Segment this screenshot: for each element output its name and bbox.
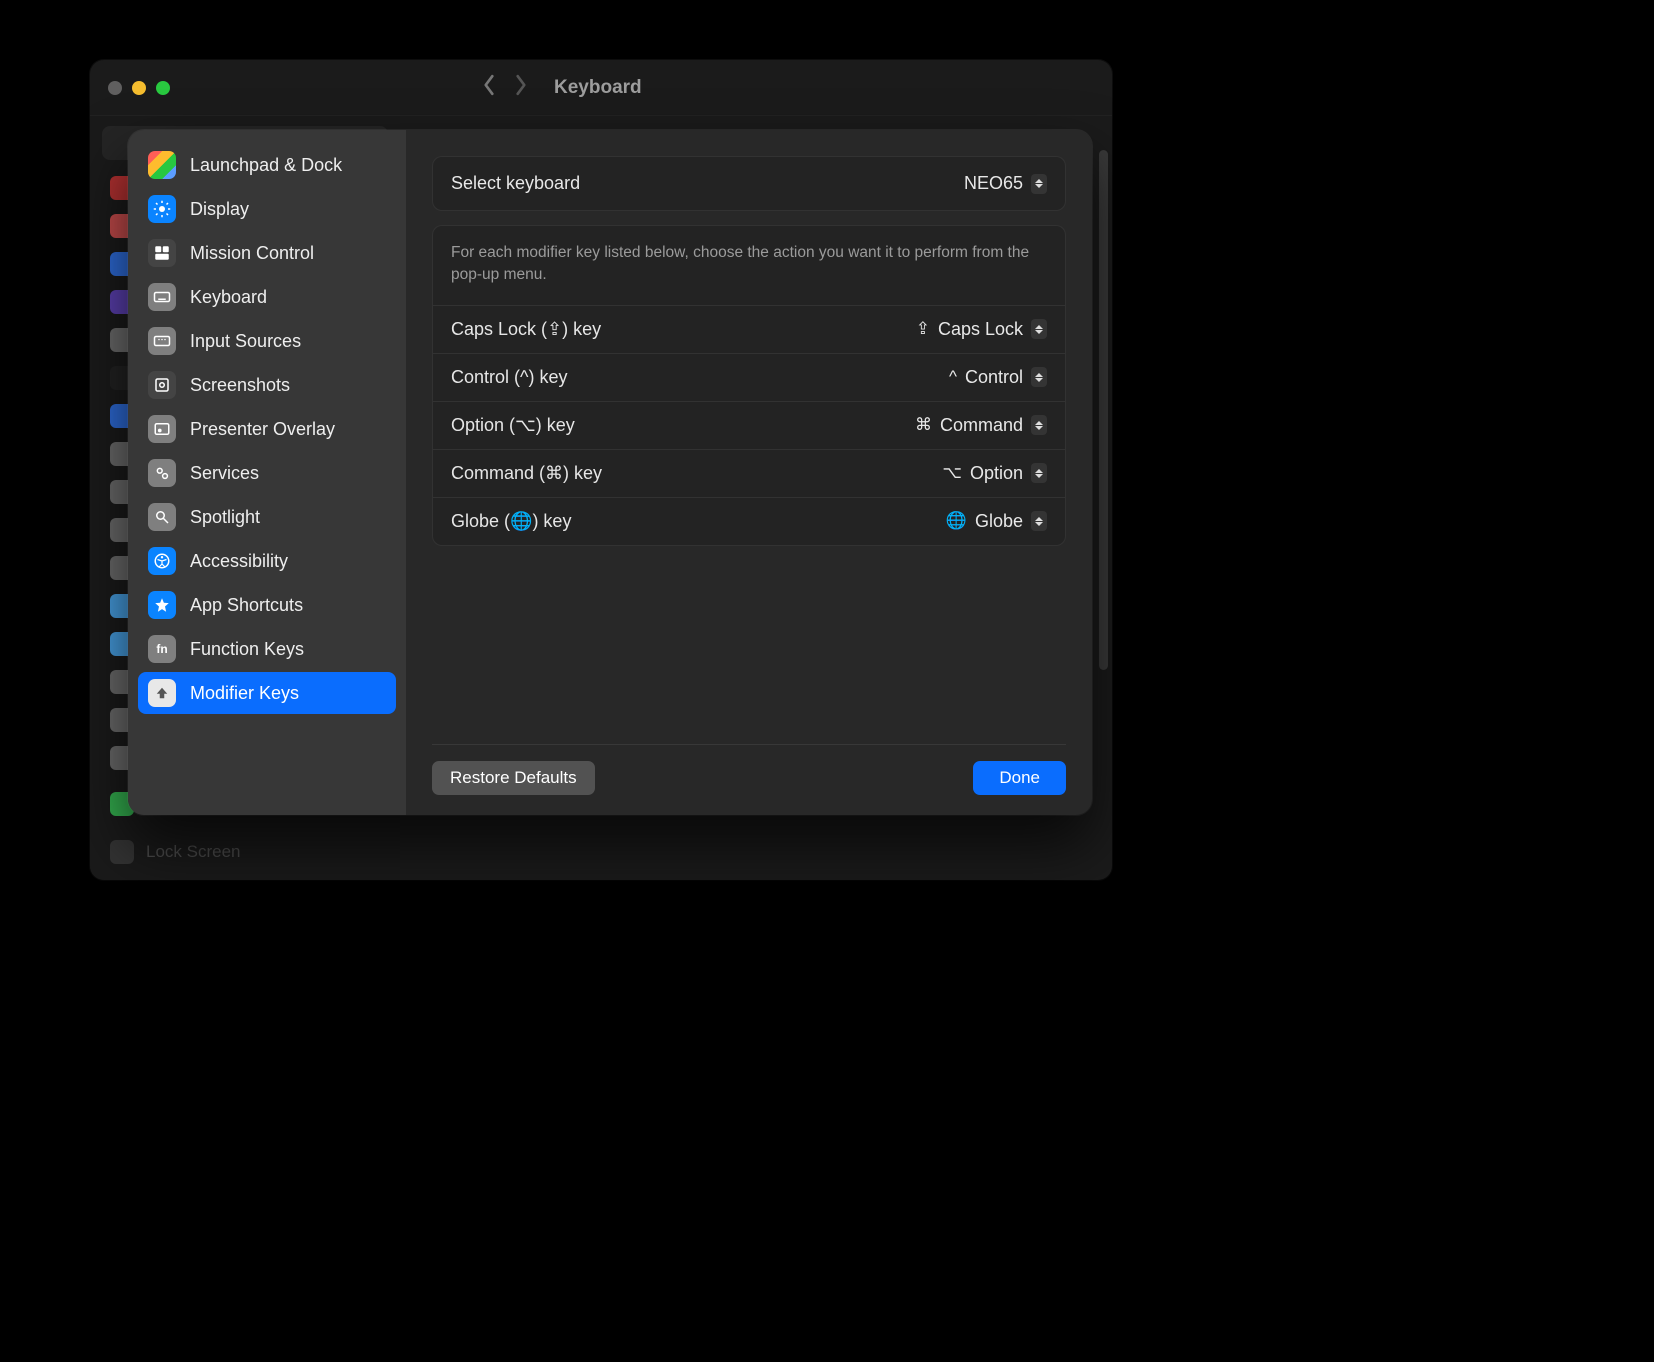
modifier-value-symbol: ⇪ bbox=[916, 319, 930, 339]
modifier-value-text: Command bbox=[940, 415, 1023, 436]
page-title: Keyboard bbox=[554, 77, 642, 99]
sidebar-item-label: Lock Screen bbox=[146, 842, 241, 862]
sidebar-item-mission-control[interactable]: Mission Control bbox=[138, 232, 396, 274]
updown-icon bbox=[1031, 511, 1047, 531]
nav-forward-button[interactable] bbox=[512, 74, 530, 101]
modifier-value-symbol: ⌘ bbox=[915, 415, 932, 435]
modifier-row-command: Command (⌘) key ⌥ Option bbox=[433, 449, 1065, 497]
sheet-main: Select keyboard NEO65 For each modifier … bbox=[406, 130, 1092, 815]
modifier-row-control: Control (^) key ^ Control bbox=[433, 353, 1065, 401]
input-sources-icon bbox=[148, 327, 176, 355]
modifier-row-label: Command (⌘) key bbox=[451, 463, 602, 484]
sidebar-item-presenter-overlay[interactable]: Presenter Overlay bbox=[138, 408, 396, 450]
modifier-value-text: Caps Lock bbox=[938, 319, 1023, 340]
sidebar-item-label: Launchpad & Dock bbox=[190, 155, 342, 176]
sidebar-item-launchpad-dock[interactable]: Launchpad & Dock bbox=[138, 144, 396, 186]
traffic-lights[interactable] bbox=[108, 81, 170, 95]
mission-control-icon bbox=[148, 239, 176, 267]
sidebar-item-app-shortcuts[interactable]: App Shortcuts bbox=[138, 584, 396, 626]
updown-icon bbox=[1031, 415, 1047, 435]
modifier-value-text: Control bbox=[965, 367, 1023, 388]
services-icon bbox=[148, 459, 176, 487]
restore-defaults-button[interactable]: Restore Defaults bbox=[432, 761, 595, 795]
sidebar-item-display[interactable]: Display bbox=[138, 188, 396, 230]
sidebar-item-label: App Shortcuts bbox=[190, 595, 303, 616]
modifier-row-label: Globe (🌐) key bbox=[451, 511, 571, 532]
sidebar-item-label: Presenter Overlay bbox=[190, 419, 335, 440]
spotlight-icon bbox=[148, 503, 176, 531]
updown-icon bbox=[1031, 463, 1047, 483]
sidebar-item-label: Modifier Keys bbox=[190, 683, 299, 704]
modifier-row-label: Control (^) key bbox=[451, 367, 567, 388]
sidebar-item-accessibility[interactable]: Accessibility bbox=[138, 540, 396, 582]
sheet-footer: Restore Defaults Done bbox=[432, 744, 1066, 815]
select-keyboard-label: Select keyboard bbox=[451, 173, 580, 194]
sidebar-item-label: Screenshots bbox=[190, 375, 290, 396]
sidebar-item-label: Display bbox=[190, 199, 249, 220]
sidebar-item-label: Keyboard bbox=[190, 287, 267, 308]
screenshot-icon bbox=[148, 371, 176, 399]
modifier-description: For each modifier key listed below, choo… bbox=[433, 226, 1065, 305]
select-keyboard-value: NEO65 bbox=[964, 173, 1023, 194]
keyboard-icon bbox=[148, 283, 176, 311]
close-window-button[interactable] bbox=[108, 81, 122, 95]
modifier-value-text: Globe bbox=[975, 511, 1023, 532]
select-keyboard-row: Select keyboard NEO65 bbox=[432, 156, 1066, 211]
modifier-value-text: Option bbox=[970, 463, 1023, 484]
accessibility-icon bbox=[148, 547, 176, 575]
modifier-row-popup[interactable]: ⌘ Command bbox=[915, 415, 1047, 436]
scrollbar[interactable] bbox=[1098, 150, 1108, 870]
sidebar-item-input-sources[interactable]: Input Sources bbox=[138, 320, 396, 362]
sidebar-item-label: Function Keys bbox=[190, 639, 304, 660]
modifier-value-symbol: 🌐 bbox=[946, 511, 967, 531]
sheet-sidebar: Launchpad & Dock Display Mission Control… bbox=[128, 130, 406, 815]
modifier-row-popup[interactable]: ^ Control bbox=[949, 367, 1047, 388]
nav-back-button[interactable] bbox=[480, 74, 498, 101]
modifier-value-symbol: ^ bbox=[949, 367, 957, 387]
updown-icon bbox=[1031, 367, 1047, 387]
window-toolbar: Keyboard bbox=[90, 60, 1112, 116]
app-shortcuts-icon bbox=[148, 591, 176, 619]
sidebar-item-screenshots[interactable]: Screenshots bbox=[138, 364, 396, 406]
done-button[interactable]: Done bbox=[973, 761, 1066, 795]
sidebar-item-label: Spotlight bbox=[190, 507, 260, 528]
sidebar-item-keyboard[interactable]: Keyboard bbox=[138, 276, 396, 318]
modifier-keys-sheet: Launchpad & Dock Display Mission Control… bbox=[128, 130, 1092, 815]
fn-icon: fn bbox=[148, 635, 176, 663]
lock-icon bbox=[110, 840, 134, 864]
zoom-window-button[interactable] bbox=[156, 81, 170, 95]
updown-icon bbox=[1031, 174, 1047, 194]
sidebar-item-spotlight[interactable]: Spotlight bbox=[138, 496, 396, 538]
sidebar-item-label: Mission Control bbox=[190, 243, 314, 264]
modifier-row-caps-lock: Caps Lock (⇪) key ⇪ Caps Lock bbox=[433, 305, 1065, 353]
sidebar-item-services[interactable]: Services bbox=[138, 452, 396, 494]
launchpad-icon bbox=[148, 151, 176, 179]
modifier-row-globe: Globe (🌐) key 🌐 Globe bbox=[433, 497, 1065, 545]
sidebar-item-label: Input Sources bbox=[190, 331, 301, 352]
modifier-value-symbol: ⌥ bbox=[942, 463, 962, 483]
modifier-row-popup[interactable]: 🌐 Globe bbox=[946, 511, 1047, 532]
sidebar-item-lock-screen[interactable]: Lock Screen bbox=[102, 834, 388, 870]
modifier-row-label: Caps Lock (⇪) key bbox=[451, 319, 601, 340]
select-keyboard-popup[interactable]: NEO65 bbox=[964, 173, 1047, 194]
sidebar-item-function-keys[interactable]: fn Function Keys bbox=[138, 628, 396, 670]
sidebar-item-label: Services bbox=[190, 463, 259, 484]
modifier-row-label: Option (⌥) key bbox=[451, 415, 575, 436]
updown-icon bbox=[1031, 319, 1047, 339]
nav-arrows bbox=[480, 74, 530, 101]
modifier-row-option: Option (⌥) key ⌘ Command bbox=[433, 401, 1065, 449]
modifier-row-popup[interactable]: ⌥ Option bbox=[942, 463, 1047, 484]
sidebar-item-label: Accessibility bbox=[190, 551, 288, 572]
modifier-row-popup[interactable]: ⇪ Caps Lock bbox=[916, 319, 1047, 340]
display-icon bbox=[148, 195, 176, 223]
presenter-icon bbox=[148, 415, 176, 443]
scrollbar-thumb[interactable] bbox=[1099, 150, 1108, 670]
modifier-panel: For each modifier key listed below, choo… bbox=[432, 225, 1066, 546]
sidebar-item-modifier-keys[interactable]: Modifier Keys bbox=[138, 672, 396, 714]
modifier-icon bbox=[148, 679, 176, 707]
minimize-window-button[interactable] bbox=[132, 81, 146, 95]
